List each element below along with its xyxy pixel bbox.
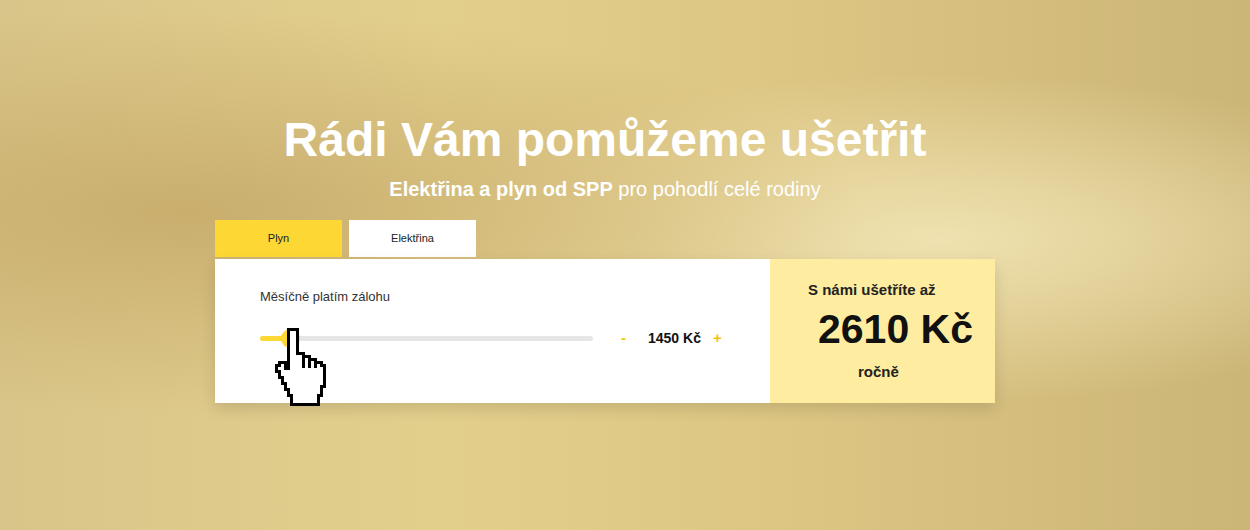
- slider-row: - 1450 Kč +: [260, 327, 740, 350]
- slider-label: Měsíčně platím zálohu: [260, 289, 740, 305]
- content: Rádi Vám pomůžeme ušetřit Elektřina a ply…: [215, 0, 995, 403]
- tabs: Plyn Elektřina: [215, 220, 995, 257]
- subtitle-bold: Elektřina a plyn od SPP: [389, 178, 612, 200]
- hero-banner: Rádi Vám pomůžeme ušetřit Elektřina a ply…: [0, 0, 1250, 530]
- slider-value: 1450 Kč: [648, 328, 701, 349]
- tab[interactable]: Elektřina: [349, 220, 476, 257]
- savings-period: ročně: [858, 363, 987, 381]
- hand-cursor-icon: [270, 326, 330, 410]
- tab-label[interactable]: Elektřina: [391, 230, 434, 247]
- tab[interactable]: Plyn: [215, 220, 342, 257]
- plus-button[interactable]: +: [713, 327, 722, 350]
- hero-subtitle: Elektřina a plyn od SPP pro pohodlí celé…: [215, 176, 995, 202]
- hero-title: Rádi Vám pomůžeme ušetřit: [215, 112, 995, 168]
- subtitle-rest: pro pohodlí celé rodiny: [618, 178, 820, 200]
- calculator-card: Měsíčně platím zálohu - 1450 Kč + S námi uše…: [215, 259, 995, 403]
- savings-lead: S námi ušetříte až: [808, 281, 987, 299]
- slider-panel: Měsíčně platím zálohu - 1450 Kč +: [215, 259, 770, 403]
- minus-button[interactable]: -: [621, 327, 626, 350]
- savings-amount: 2610 Kč: [818, 305, 987, 353]
- savings-panel: S námi ušetříte až 2610 Kč ročně: [770, 259, 995, 403]
- slider-track[interactable]: [260, 336, 593, 341]
- tab-label[interactable]: Plyn: [268, 230, 289, 247]
